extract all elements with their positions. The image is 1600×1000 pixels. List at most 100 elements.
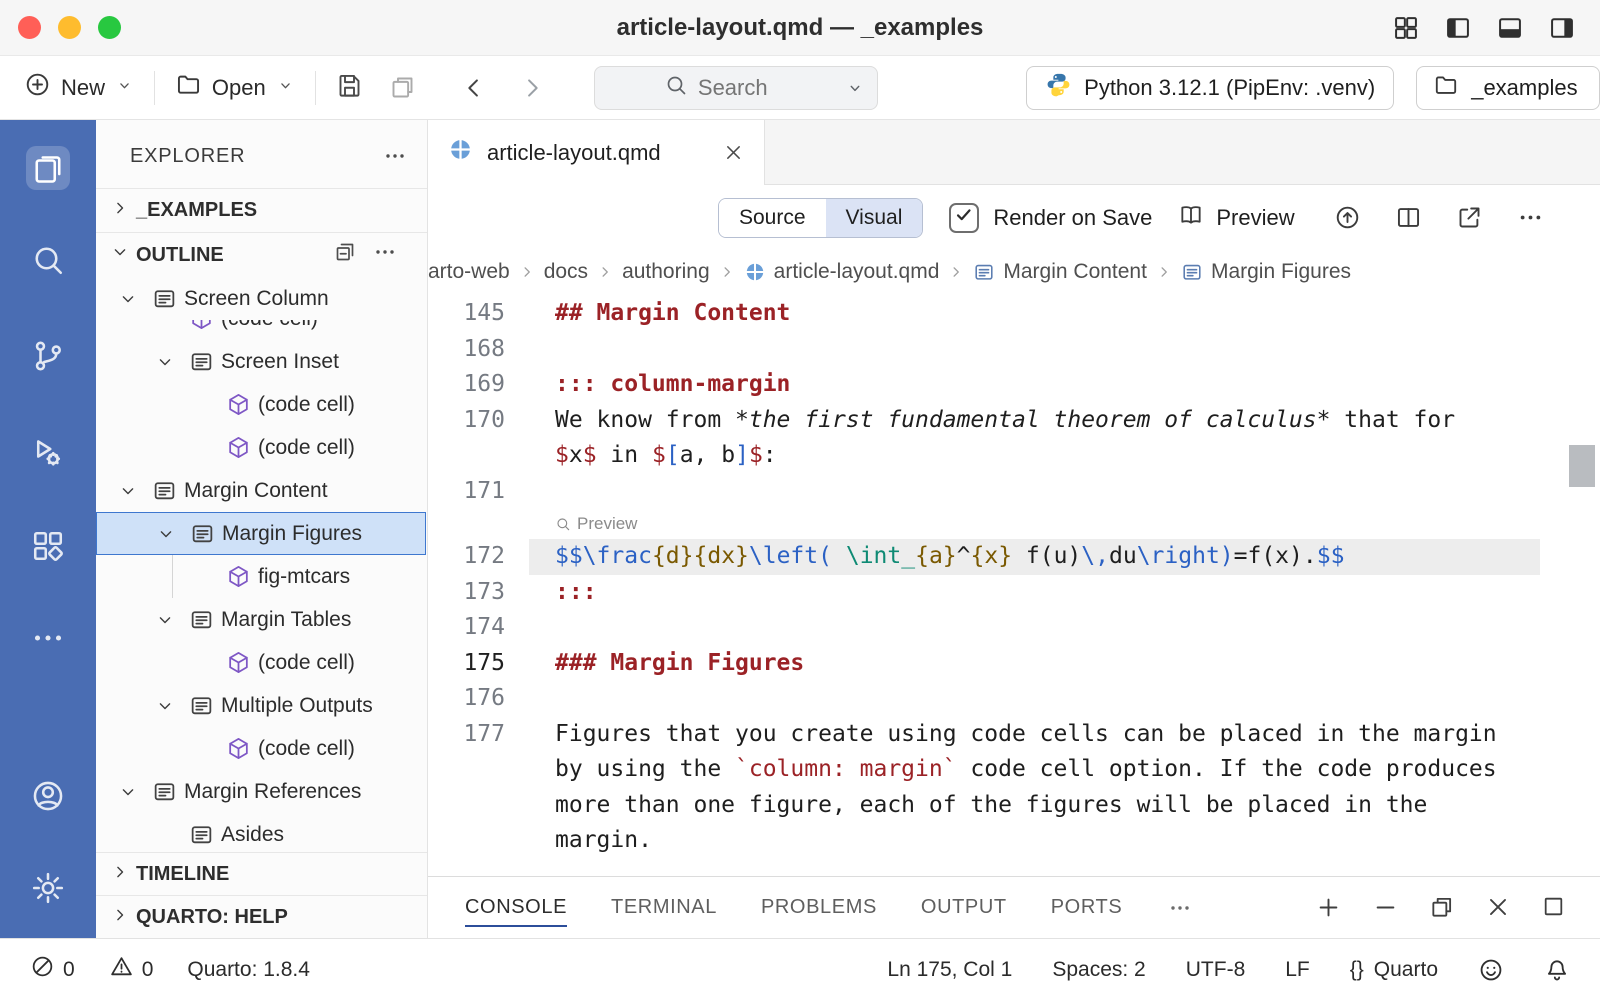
outline-item-margin-tables[interactable]: Margin Tables [96, 598, 426, 641]
search-box[interactable] [594, 66, 878, 110]
editor-scrollbar-thumb[interactable] [1569, 445, 1595, 487]
feedback-smiley-icon[interactable] [1478, 957, 1504, 983]
zoom-window-button[interactable] [98, 16, 121, 39]
more-actions-icon[interactable] [383, 144, 407, 168]
cursor-position[interactable]: Ln 175, Col 1 [887, 958, 1012, 982]
outline-item-screen-column[interactable]: Screen Column [96, 277, 426, 320]
panel-tab-problems[interactable]: PROBLEMS [761, 877, 877, 938]
code-lens[interactable]: Preview [529, 509, 1540, 539]
save-icon[interactable] [336, 72, 363, 104]
outline-item-margin-references[interactable]: Margin References [96, 770, 426, 813]
outline-item-code-cell[interactable]: (code cell) [96, 383, 426, 426]
outline-item-label: Margin Tables [221, 608, 351, 632]
collapse-all-icon[interactable] [333, 240, 357, 270]
breadcrumb-item[interactable]: arto-web [428, 260, 510, 284]
divider [315, 71, 316, 105]
more-actions-icon[interactable] [373, 240, 397, 270]
open-button[interactable]: Open [175, 71, 295, 104]
breadcrumb-item[interactable]: Margin Figures [1181, 260, 1351, 284]
chevron-down-icon[interactable] [156, 524, 190, 544]
eol-setting[interactable]: LF [1285, 958, 1310, 982]
save-all-icon[interactable] [389, 74, 416, 101]
panel-tab-ports[interactable]: PORTS [1051, 877, 1123, 938]
breadcrumb-item[interactable]: authoring [622, 260, 710, 284]
outline-item-fig-mtcars[interactable]: fig-mtcars [96, 555, 426, 598]
outline-item-code-cell[interactable]: (code cell) [96, 320, 426, 340]
outline-item-asides[interactable]: Asides [96, 813, 426, 856]
activity-item-source-control[interactable] [26, 334, 70, 378]
activity-item-settings[interactable] [26, 866, 70, 910]
quarto-version[interactable]: Quarto: 1.8.4 [187, 958, 310, 982]
close-window-button[interactable] [18, 16, 41, 39]
panel-tab-terminal[interactable]: TERMINAL [611, 877, 717, 938]
toggle-panel-icon[interactable] [1496, 14, 1524, 42]
outline-section-header[interactable]: OUTLINE [96, 232, 427, 277]
customize-layout-icon[interactable] [1392, 14, 1420, 42]
panel-restore-icon[interactable] [1429, 894, 1455, 921]
chevron-down-icon[interactable] [155, 696, 189, 716]
panel-maximize-icon[interactable] [1541, 894, 1566, 921]
activity-item-extensions[interactable] [26, 524, 70, 568]
editor-tab[interactable]: article-layout.qmd [428, 120, 765, 185]
navigate-forward-icon[interactable] [518, 74, 546, 102]
activity-item-account[interactable] [26, 774, 70, 818]
toggle-secondary-sidebar-icon[interactable] [1548, 14, 1576, 42]
workspace-section-header[interactable]: _EXAMPLES [96, 188, 427, 232]
language-mode[interactable]: {} Quarto [1350, 958, 1438, 982]
outline-item-margin-figures[interactable]: Margin Figures [96, 512, 426, 555]
activity-item-explorer[interactable] [26, 146, 70, 190]
breadcrumb-item[interactable]: docs [544, 260, 588, 284]
visual-mode-button[interactable]: Visual [826, 199, 923, 237]
outline-item-code-cell[interactable]: (code cell) [96, 727, 426, 770]
search-input[interactable] [698, 75, 808, 101]
notifications-bell-icon[interactable] [1544, 957, 1570, 983]
warning-count[interactable]: 0 [109, 954, 154, 985]
section-icon [189, 349, 221, 374]
quarto-help-section-header[interactable]: QUARTO: HELP [96, 895, 427, 938]
render-on-save-checkbox[interactable] [949, 203, 979, 233]
chevron-down-icon[interactable] [155, 610, 189, 630]
panel-tab-output[interactable]: OUTPUT [921, 877, 1007, 938]
activity-item-more-actions[interactable] [26, 616, 70, 660]
error-count[interactable]: 0 [30, 954, 75, 985]
workspace-button[interactable]: _examples [1416, 66, 1600, 110]
close-tab-icon[interactable] [723, 142, 744, 163]
panel-close-icon[interactable] [1485, 894, 1511, 921]
panel-tab-console[interactable]: CONSOLE [465, 877, 567, 938]
navigate-back-icon[interactable] [460, 74, 488, 102]
encoding-setting[interactable]: UTF-8 [1186, 958, 1246, 982]
breadcrumb-item[interactable]: article-layout.qmd [744, 260, 940, 284]
outline-item-screen-inset[interactable]: Screen Inset [96, 340, 426, 383]
outline-item-margin-content[interactable]: Margin Content [96, 469, 426, 512]
panel-minimize-icon[interactable] [1372, 894, 1399, 921]
chevron-down-icon[interactable] [118, 289, 152, 309]
outline-item-multiple-outputs[interactable]: Multiple Outputs [96, 684, 426, 727]
chevron-down-icon[interactable] [155, 352, 189, 372]
interpreter-selector[interactable]: Python 3.12.1 (PipEnv: .venv) [1026, 66, 1394, 110]
more-actions-icon[interactable] [1517, 204, 1544, 231]
outline-item-code-cell[interactable]: (code cell) [96, 426, 426, 469]
chevron-down-icon[interactable] [118, 782, 152, 802]
outline-item-code-cell[interactable]: (code cell) [96, 641, 426, 684]
source-mode-button[interactable]: Source [719, 199, 826, 237]
render-icon[interactable] [1334, 204, 1361, 231]
minimize-window-button[interactable] [58, 16, 81, 39]
render-on-save-control[interactable]: Render on Save [949, 203, 1152, 233]
breadcrumb-label: arto-web [428, 260, 510, 284]
preview-button[interactable]: Preview [1178, 202, 1294, 234]
activity-item-search[interactable] [26, 238, 70, 282]
timeline-section-header[interactable]: TIMELINE [96, 852, 427, 896]
code-editor[interactable]: 145## Margin Content168169::: column-mar… [428, 296, 1600, 876]
open-external-icon[interactable] [1456, 204, 1483, 231]
breadcrumb-item[interactable]: Margin Content [973, 260, 1147, 284]
panel-more-icon[interactable] [1168, 896, 1192, 920]
new-button[interactable]: New [24, 71, 134, 104]
chevron-down-icon[interactable] [845, 78, 865, 98]
toggle-sidebar-icon[interactable] [1444, 14, 1472, 42]
section-icon [152, 478, 184, 503]
chevron-down-icon[interactable] [118, 481, 152, 501]
split-editor-icon[interactable] [1395, 204, 1422, 231]
panel-add-icon[interactable] [1315, 894, 1342, 921]
indentation-setting[interactable]: Spaces: 2 [1052, 958, 1145, 982]
activity-item-run-debug[interactable] [26, 430, 70, 474]
